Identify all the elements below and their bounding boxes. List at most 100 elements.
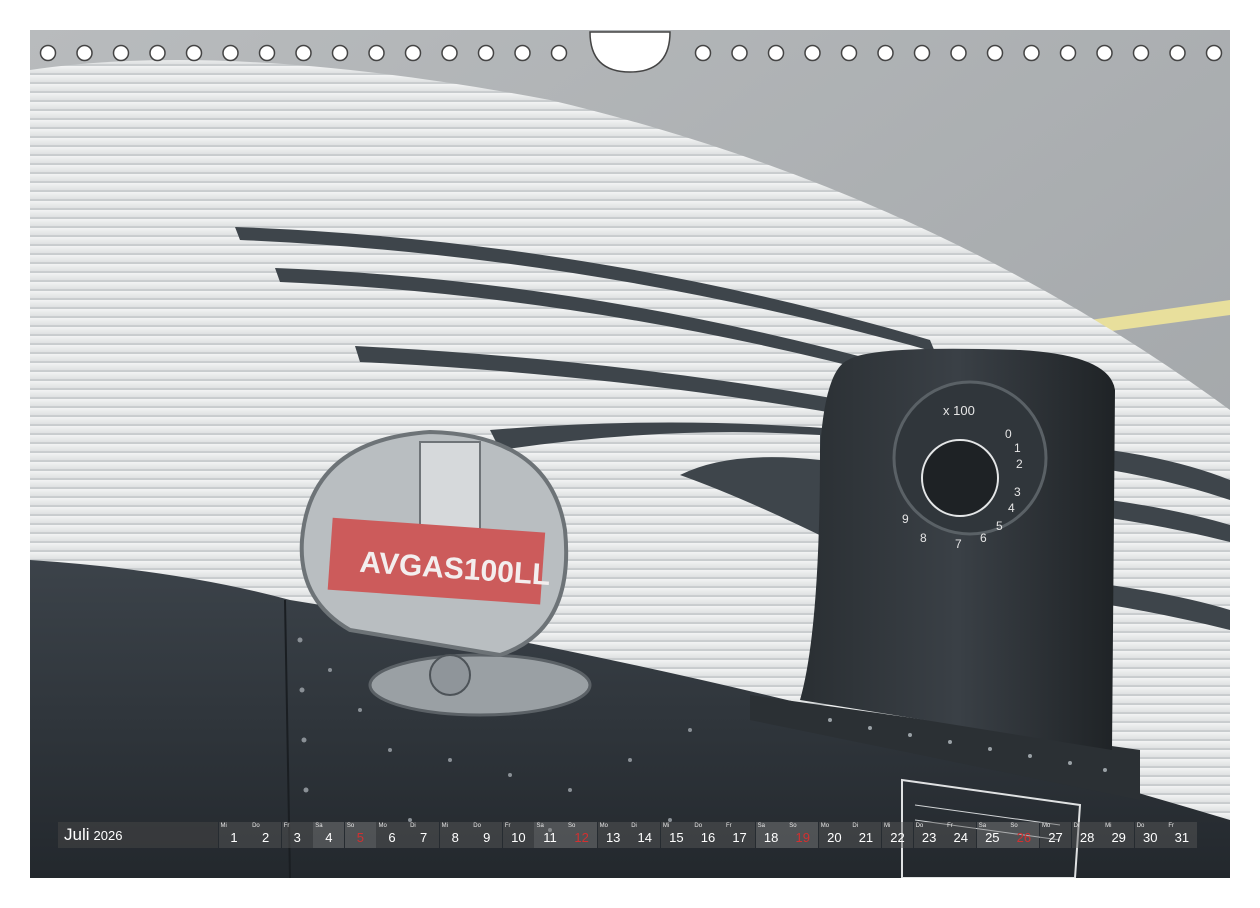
day-number: 15: [669, 830, 684, 845]
day-number: 25: [985, 830, 1000, 845]
weekday-abbrev: Do: [694, 823, 703, 829]
weekday-abbrev: Di: [410, 823, 416, 829]
weekday-abbrev: Do: [252, 823, 260, 829]
day-number: 7: [419, 830, 428, 845]
day-number: 9: [483, 830, 491, 845]
day-cell: Sa 18: [755, 822, 787, 848]
day-number: 8: [451, 830, 459, 845]
weekday-abbrev: Mi: [883, 823, 891, 829]
day-number: 24: [953, 830, 968, 845]
weekday-abbrev: Mo: [378, 823, 387, 829]
day-cell: Do 16: [692, 822, 724, 848]
weekday-abbrev: Do: [1136, 823, 1145, 829]
gauge-multiplier-label: x 100: [943, 403, 975, 418]
day-cell: Mi 15: [660, 822, 692, 848]
gauge-digit: 5: [996, 519, 1003, 533]
weekday-abbrev: Di: [852, 823, 859, 829]
day-number: 5: [356, 830, 365, 845]
gauge-digit: 2: [1016, 457, 1023, 471]
day-cells: Mi 1 Do 2 Fr 3 Sa 4 So 5 Mo 6 Di 7 Mi 8 Do 9 Fr 10 Sa 11 So 12 M…: [218, 822, 1198, 848]
weekday-abbrev: So: [346, 823, 355, 829]
gauge-dial: [921, 439, 999, 517]
day-cell: Fr 3: [281, 822, 313, 848]
day-cell: Do 2: [250, 822, 282, 848]
weekday-abbrev: Sa: [978, 823, 987, 829]
day-number: 3: [293, 830, 301, 845]
gauge-digit: 4: [1008, 501, 1015, 515]
weekday-abbrev: Do: [915, 823, 924, 829]
day-number: 14: [637, 830, 652, 845]
weekday-abbrev: So: [568, 823, 576, 829]
day-cell: Do 9: [471, 822, 503, 848]
day-number: 13: [605, 830, 621, 845]
day-cell: Sa 4: [313, 822, 345, 848]
day-number: 10: [511, 830, 526, 845]
day-cell: Mi 29: [1103, 822, 1135, 848]
day-cell: Sa 25: [976, 822, 1008, 848]
day-cell: Fr 31: [1166, 822, 1198, 848]
day-number: 31: [1174, 830, 1190, 845]
day-cell: Mi 8: [439, 822, 471, 848]
weekday-abbrev: Fr: [947, 823, 953, 829]
day-cell: Di 21: [850, 822, 882, 848]
calendar-strip: Juli 2026 Mi 1 Do 2 Fr 3 Sa 4 So 5 Mo 6 Di 7 Mi 8 Do 9 Fr 1…: [58, 822, 1203, 848]
gauge-digit: 6: [980, 531, 987, 545]
weekday-abbrev: So: [789, 823, 797, 829]
day-cell: So 5: [344, 822, 376, 848]
day-number: 20: [827, 830, 842, 845]
day-cell: Mi 1: [218, 822, 250, 848]
day-number: 23: [921, 830, 937, 845]
day-cell: Mo 27: [1039, 822, 1072, 848]
gauge-digit: 0: [1005, 427, 1012, 441]
day-number: 11: [543, 830, 557, 845]
weekday-abbrev: Do: [473, 823, 481, 829]
day-cell: Sa 11: [534, 822, 566, 848]
day-number: 19: [795, 830, 810, 845]
weekday-abbrev: Sa: [536, 823, 544, 829]
month-label: Juli 2026: [58, 822, 218, 848]
day-number: 2: [262, 830, 270, 845]
day-number: 28: [1079, 830, 1095, 845]
day-number: 26: [1016, 830, 1032, 845]
weekday-abbrev: Mo: [1041, 823, 1051, 829]
day-number: 30: [1143, 830, 1158, 845]
day-cell: Fr 24: [945, 822, 977, 848]
day-cell: Fr 17: [724, 822, 756, 848]
day-cell: Mo 20: [818, 822, 850, 848]
weekday-abbrev: Mi: [441, 823, 448, 829]
calendar-photo: AVGAS100LL x 100 0 1 2 3 4 5 6 7 8 9: [30, 30, 1230, 878]
weekday-abbrev: Sa: [315, 823, 323, 829]
weekday-abbrev: Mi: [662, 823, 670, 829]
day-number: 21: [858, 830, 874, 845]
weekday-abbrev: Di: [1073, 823, 1080, 829]
day-number: 22: [890, 830, 905, 845]
weekday-abbrev: Mo: [820, 823, 830, 829]
gauge-digit: 8: [920, 531, 927, 545]
day-cell: Mo 6: [376, 822, 408, 848]
day-number: 4: [325, 830, 333, 845]
weekday-abbrev: Mi: [220, 823, 227, 829]
gauge-digit: 7: [955, 537, 962, 551]
aircraft-photo: AVGAS100LL x 100 0 1 2 3 4 5 6 7 8 9: [30, 30, 1230, 878]
day-number: 27: [1048, 830, 1063, 845]
weekday-abbrev: Fr: [283, 823, 290, 829]
day-cell: Mo 13: [597, 822, 629, 848]
gauge-digit: 9: [902, 512, 909, 526]
day-number: 16: [700, 830, 716, 845]
gauge-digit: 3: [1014, 485, 1021, 499]
day-cell: Di 14: [629, 822, 661, 848]
day-number: 17: [732, 830, 747, 845]
weekday-abbrev: Di: [631, 823, 637, 829]
weekday-abbrev: Fr: [504, 823, 511, 829]
day-cell: Do 23: [913, 822, 945, 848]
day-number: 18: [763, 830, 779, 845]
day-cell: Di 28: [1071, 822, 1103, 848]
day-number: 6: [388, 830, 396, 845]
month-name: Juli: [64, 825, 90, 844]
day-cell: Mi 22: [881, 822, 914, 848]
weekday-abbrev: Mi: [1105, 823, 1112, 829]
day-cell: Di 7: [408, 822, 440, 848]
day-number: 1: [230, 830, 238, 845]
day-cell: So 19: [787, 822, 819, 848]
day-cell: Do 30: [1134, 822, 1166, 848]
